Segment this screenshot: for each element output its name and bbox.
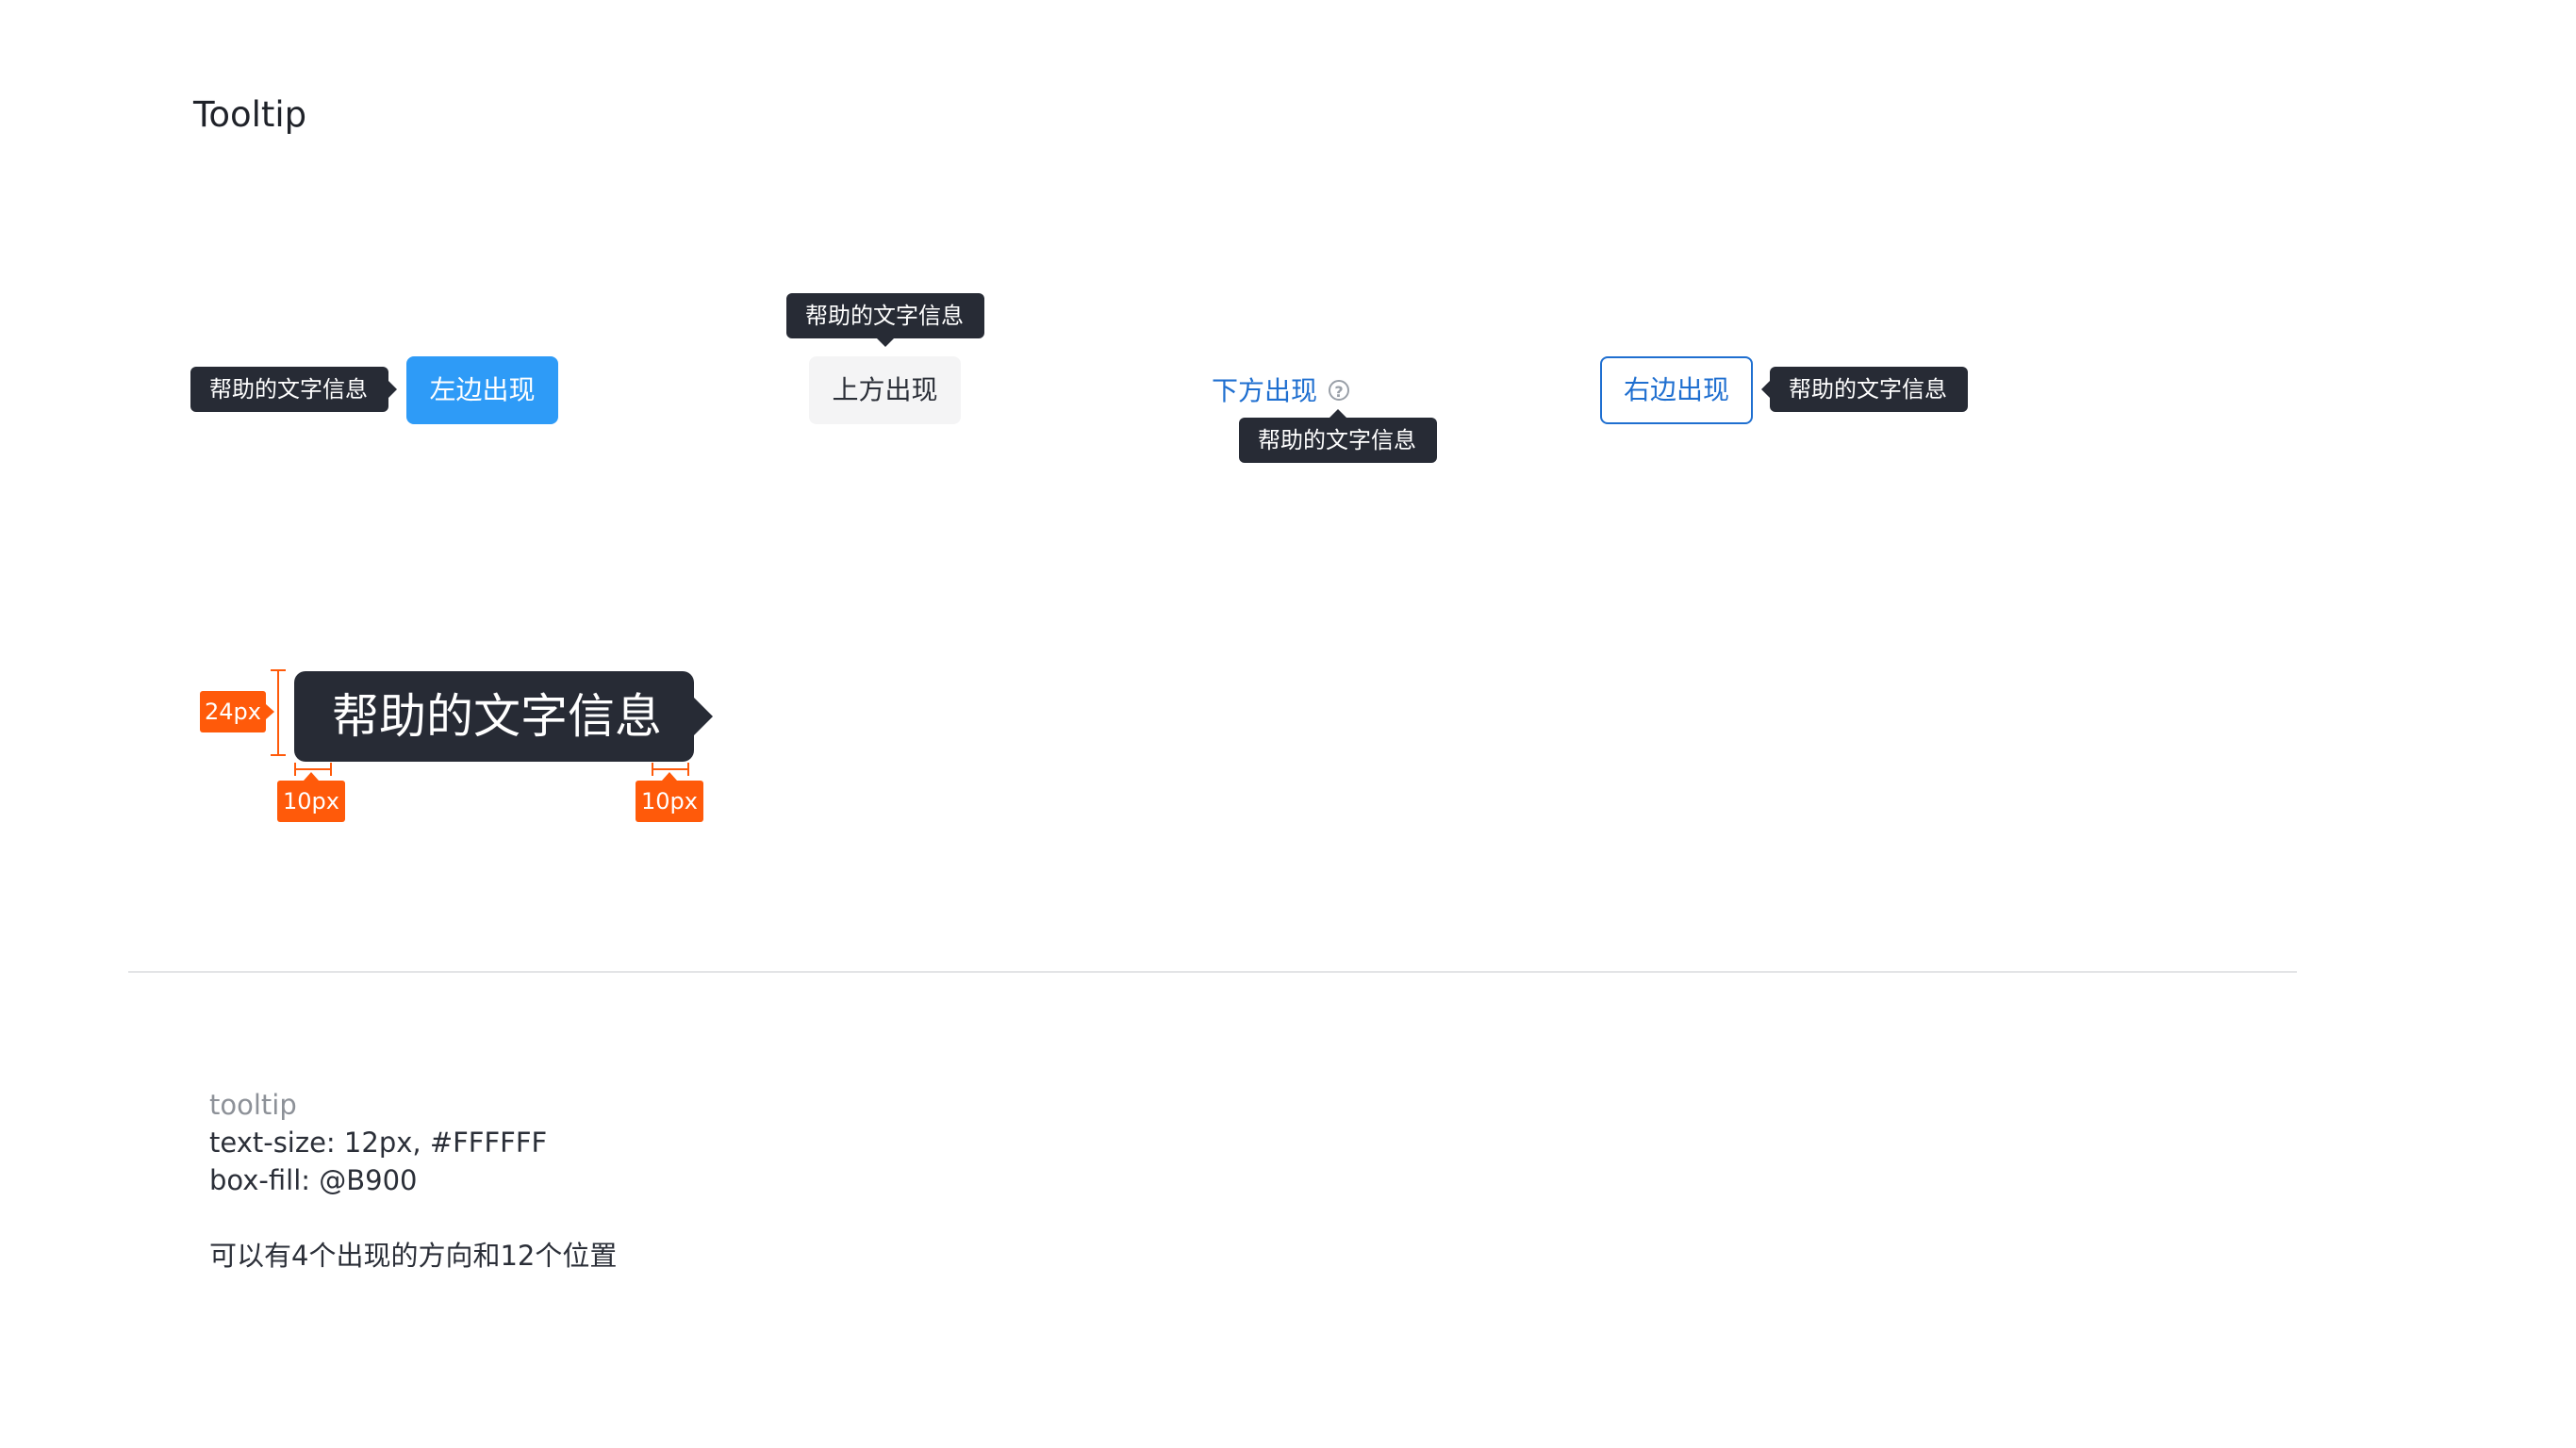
tooltip-top: 帮助的文字信息 bbox=[786, 293, 984, 347]
page-title: Tooltip bbox=[193, 94, 307, 135]
padding-left-cap-right bbox=[330, 763, 332, 776]
padding-right-badge: 10px bbox=[636, 772, 703, 822]
section-divider bbox=[128, 971, 2297, 973]
padding-left-badge: 10px bbox=[277, 772, 345, 822]
height-measure-cap-bottom bbox=[271, 754, 286, 756]
padding-left-cap-left bbox=[294, 763, 296, 776]
bottom-show-link[interactable]: 下方出现 bbox=[1212, 372, 1317, 410]
spec-box-fill: box-fill: @B900 bbox=[209, 1164, 418, 1196]
left-show-button[interactable]: 左边出现 bbox=[406, 356, 558, 424]
spec-caption: tooltip bbox=[209, 1089, 297, 1121]
padding-right-cap-left bbox=[652, 763, 653, 776]
height-measure-line bbox=[277, 669, 279, 756]
question-circle-icon[interactable]: ? bbox=[1329, 380, 1349, 401]
tooltip-left: 帮助的文字信息 bbox=[190, 367, 397, 412]
height-measure-cap-top bbox=[271, 669, 286, 671]
tooltip-spec-arrow bbox=[694, 698, 713, 735]
spec-text-size: text-size: 12px, #FFFFFF bbox=[209, 1127, 548, 1159]
top-show-button[interactable]: 上方出现 bbox=[809, 356, 961, 424]
padding-right-cap-right bbox=[687, 763, 689, 776]
height-badge: 24px bbox=[200, 691, 274, 732]
right-show-button[interactable]: 右边出现 bbox=[1600, 356, 1753, 424]
padding-right-measure-line bbox=[652, 768, 689, 770]
padding-left-measure-line bbox=[294, 768, 332, 770]
spec-note: 可以有4个出现的方向和12个位置 bbox=[209, 1240, 618, 1272]
tooltip-spec-sample: 帮助的文字信息 bbox=[294, 671, 694, 762]
tooltip-right: 帮助的文字信息 bbox=[1761, 367, 1968, 412]
tooltip-bottom: 帮助的文字信息 bbox=[1239, 409, 1437, 463]
